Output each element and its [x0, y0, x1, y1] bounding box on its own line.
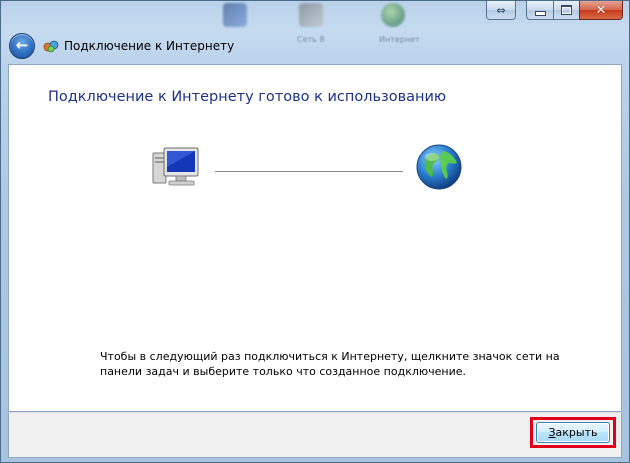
connection-line: [215, 171, 403, 172]
globe-icon: [416, 144, 462, 190]
maximize-icon: [561, 5, 572, 15]
wizard-content: Подключение к Интернету готово к использ…: [8, 64, 622, 412]
double-arrow-icon: ⇔: [496, 3, 506, 17]
maximize-button[interactable]: [553, 1, 579, 20]
page-heading: Подключение к Интернету готово к использ…: [48, 89, 447, 105]
minimize-button[interactable]: [526, 1, 553, 20]
background-network-icon: [299, 3, 323, 27]
background-monitor-icon: [223, 3, 247, 27]
back-arrow-icon: ←: [15, 36, 29, 54]
background-icons: Сеть 8 Интернет: [201, 1, 461, 51]
network-connection-icon: [43, 40, 59, 53]
close-button[interactable]: Закрыть: [536, 422, 610, 443]
back-button[interactable]: ←: [9, 33, 35, 59]
background-globe-icon: [381, 3, 405, 27]
computer-icon: [152, 147, 199, 186]
close-button-label: акрыть: [555, 426, 598, 439]
close-button-highlight: Закрыть: [530, 417, 616, 448]
resize-arrows-button[interactable]: ⇔: [486, 1, 516, 20]
close-button-accelerator: З: [548, 426, 556, 439]
wizard-footer: Закрыть: [8, 412, 622, 458]
caption-buttons: ⇔ ✕: [486, 1, 623, 21]
background-label-network: Сеть 8: [297, 35, 325, 44]
wizard-window: Сеть 8 Интернет ⇔ ✕ ← Подключение к Инте…: [0, 0, 630, 463]
hint-text: Чтобы в следующий раз подключиться к Инт…: [100, 350, 560, 378]
nav-title: Подключение к Интернету: [64, 39, 235, 53]
wizard-nav: ← Подключение к Интернету: [9, 31, 234, 61]
background-label-internet: Интернет: [379, 35, 420, 44]
close-window-button[interactable]: ✕: [579, 1, 623, 20]
minimize-icon: [534, 10, 546, 16]
close-icon: ✕: [595, 2, 607, 18]
